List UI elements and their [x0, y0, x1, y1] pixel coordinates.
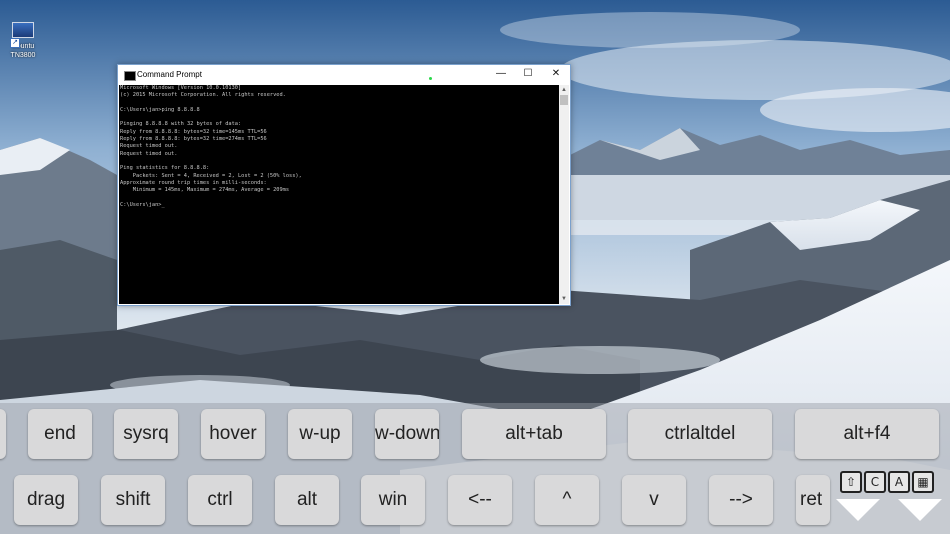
- maximize-button[interactable]: ☐: [514, 66, 542, 82]
- alt-lock-icon[interactable]: A: [888, 471, 910, 493]
- key-return[interactable]: ret: [796, 475, 830, 525]
- console-line: Request timed out.: [120, 150, 178, 157]
- close-button[interactable]: ✕: [542, 66, 570, 82]
- toolbar-icons: ⇧ C A ▦: [840, 471, 940, 495]
- key-win[interactable]: win: [361, 475, 425, 525]
- console-line: C:\Users\jan>_: [120, 201, 165, 208]
- key-ctrlaltdel[interactable]: ctrlaltdel: [628, 409, 772, 459]
- key-w-up[interactable]: w-up: [288, 409, 352, 459]
- vertical-scrollbar[interactable]: ▲ ▼: [559, 85, 569, 304]
- minimize-button[interactable]: —: [487, 66, 515, 82]
- shortcut-arrow-icon: ↗: [10, 38, 20, 48]
- cmd-app-icon: [124, 71, 136, 81]
- console-line: Approximate round trip times in milli-se…: [120, 179, 267, 186]
- key-ctrl[interactable]: ctrl: [188, 475, 252, 525]
- key-up-arrow[interactable]: ^: [535, 475, 599, 525]
- key-w-down[interactable]: w-down: [375, 409, 439, 459]
- key-shift[interactable]: shift: [101, 475, 165, 525]
- key-end[interactable]: end: [28, 409, 92, 459]
- window-titlebar[interactable]: Command Prompt — ☐ ✕: [118, 65, 570, 85]
- virtual-keyboard-bar: end sysrq hover w-up w-down alt+tab ctrl…: [0, 403, 950, 534]
- collapse-keys-icon[interactable]: [836, 499, 880, 521]
- scroll-up-icon[interactable]: ▲: [560, 86, 568, 94]
- console-line: Reply from 8.8.8.8: bytes=32 time=274ms …: [120, 136, 267, 143]
- key-alt[interactable]: alt: [275, 475, 339, 525]
- console-line: Minimum = 145ms, Maximum = 274ms, Averag…: [120, 187, 290, 194]
- monitor-icon: [12, 22, 34, 38]
- console-line: Packets: Sent = 4, Received = 2, Lost = …: [120, 172, 302, 179]
- console-line: (c) 2015 Microsoft Corporation. All righ…: [120, 92, 286, 99]
- scroll-thumb[interactable]: [560, 95, 568, 105]
- console-line: C:\Users\jan>ping 8.8.8.8: [120, 106, 200, 113]
- hide-keyboard-icon[interactable]: [898, 499, 942, 521]
- key-left-arrow[interactable]: <--: [448, 475, 512, 525]
- console-line: Ping statistics for 8.8.8.8:: [120, 165, 210, 172]
- desktop-icon-label-line2: TN3800: [10, 52, 36, 59]
- key-sysrq[interactable]: sysrq: [114, 409, 178, 459]
- console-line: Pinging 8.8.8.8 with 32 bytes of data:: [120, 121, 242, 128]
- key-alt-f4[interactable]: alt+f4: [795, 409, 939, 459]
- key-hover[interactable]: hover: [201, 409, 265, 459]
- scroll-down-icon[interactable]: ▼: [560, 295, 568, 303]
- console-line: Request timed out.: [120, 143, 178, 150]
- cursor-indicator: [429, 77, 432, 80]
- key-alt-tab[interactable]: alt+tab: [462, 409, 606, 459]
- desktop-shortcut-icon[interactable]: ↗ Ubuntu TN3800: [6, 22, 40, 60]
- key-right-arrow[interactable]: -->: [709, 475, 773, 525]
- command-prompt-window[interactable]: Command Prompt — ☐ ✕ Microsoft Windows […: [117, 64, 571, 306]
- console-line: Microsoft Windows [Version 10.0.10130]: [120, 85, 242, 91]
- console-line: Reply from 8.8.8.8: bytes=32 time=145ms …: [120, 128, 267, 135]
- console-output[interactable]: Microsoft Windows [Version 10.0.10130] (c…: [119, 85, 559, 304]
- key-down-arrow[interactable]: v: [622, 475, 686, 525]
- key-drag[interactable]: drag: [14, 475, 78, 525]
- ctrl-lock-icon[interactable]: C: [864, 471, 886, 493]
- key-partial-left[interactable]: [0, 409, 6, 459]
- shift-lock-icon[interactable]: ⇧: [840, 471, 862, 493]
- keyboard-layout-icon[interactable]: ▦: [912, 471, 934, 493]
- window-title: Command Prompt: [137, 70, 202, 79]
